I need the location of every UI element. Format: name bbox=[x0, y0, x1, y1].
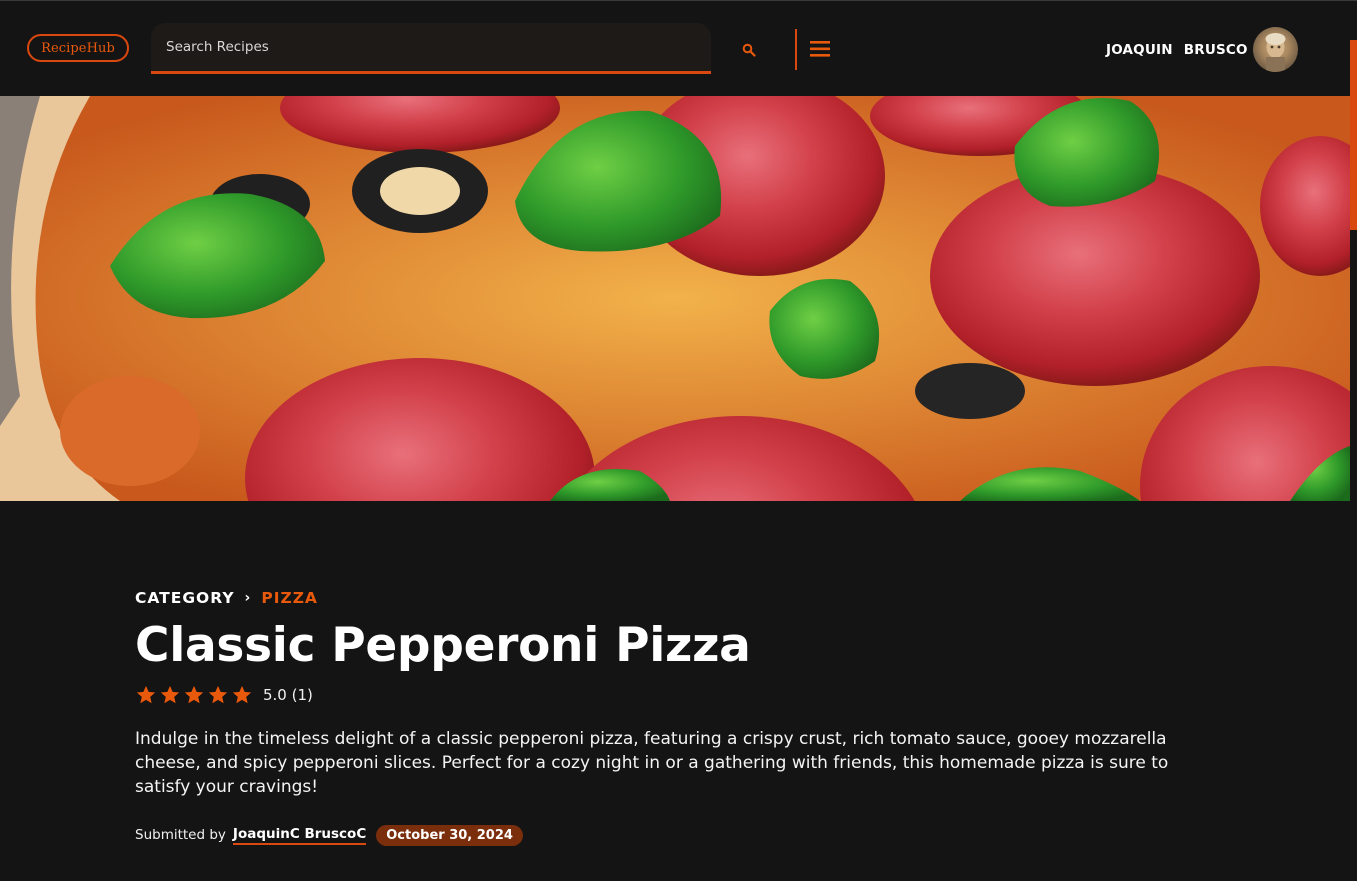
recipe-rating: 5.0 (1) bbox=[135, 683, 313, 707]
user-name[interactable]: JOAQUIN BRUSCO bbox=[1106, 40, 1248, 60]
search-bar bbox=[151, 23, 711, 74]
hamburger-menu-icon bbox=[810, 41, 830, 57]
breadcrumb-category[interactable]: PIZZA bbox=[261, 589, 318, 607]
header-divider bbox=[795, 29, 797, 70]
pizza-photo bbox=[0, 96, 1350, 501]
recipe-meta: Submitted by JoaquinC BruscoC October 30… bbox=[135, 823, 523, 847]
breadcrumb: CATEGORY › PIZZA bbox=[135, 588, 318, 608]
star-icon bbox=[160, 685, 180, 704]
star-icon bbox=[232, 685, 252, 704]
user-avatar[interactable] bbox=[1253, 27, 1298, 72]
star-icon bbox=[208, 685, 228, 704]
menu-button[interactable] bbox=[808, 39, 834, 61]
search-button[interactable] bbox=[737, 38, 761, 62]
recipehub-logo[interactable]: RecipeHub bbox=[27, 34, 129, 62]
date-badge: October 30, 2024 bbox=[376, 824, 523, 846]
chevron-right-icon: › bbox=[244, 590, 252, 606]
scroll-indicator[interactable] bbox=[1350, 40, 1357, 230]
search-icon bbox=[742, 43, 756, 57]
recipe-description: Indulge in the timeless delight of a cla… bbox=[135, 729, 1169, 797]
avatar-image bbox=[1265, 33, 1286, 72]
user-first-name: JOAQUIN bbox=[1106, 42, 1173, 58]
site-header: RecipeHub JOAQUIN BRUSCO bbox=[0, 1, 1357, 96]
rating-stars bbox=[135, 684, 253, 706]
author-link[interactable]: JoaquinC BruscoC bbox=[232, 826, 367, 845]
search-input[interactable] bbox=[151, 23, 711, 71]
recipe-title: Classic Pepperoni Pizza bbox=[135, 618, 751, 673]
breadcrumb-root[interactable]: CATEGORY bbox=[135, 589, 235, 607]
star-icon bbox=[184, 685, 204, 704]
rating-value: 5.0 (1) bbox=[263, 686, 313, 704]
user-last-name: BRUSCO bbox=[1183, 42, 1248, 58]
recipe-hero-image bbox=[0, 96, 1350, 501]
submitted-by-label: Submitted by bbox=[135, 827, 226, 843]
star-icon bbox=[136, 685, 156, 704]
